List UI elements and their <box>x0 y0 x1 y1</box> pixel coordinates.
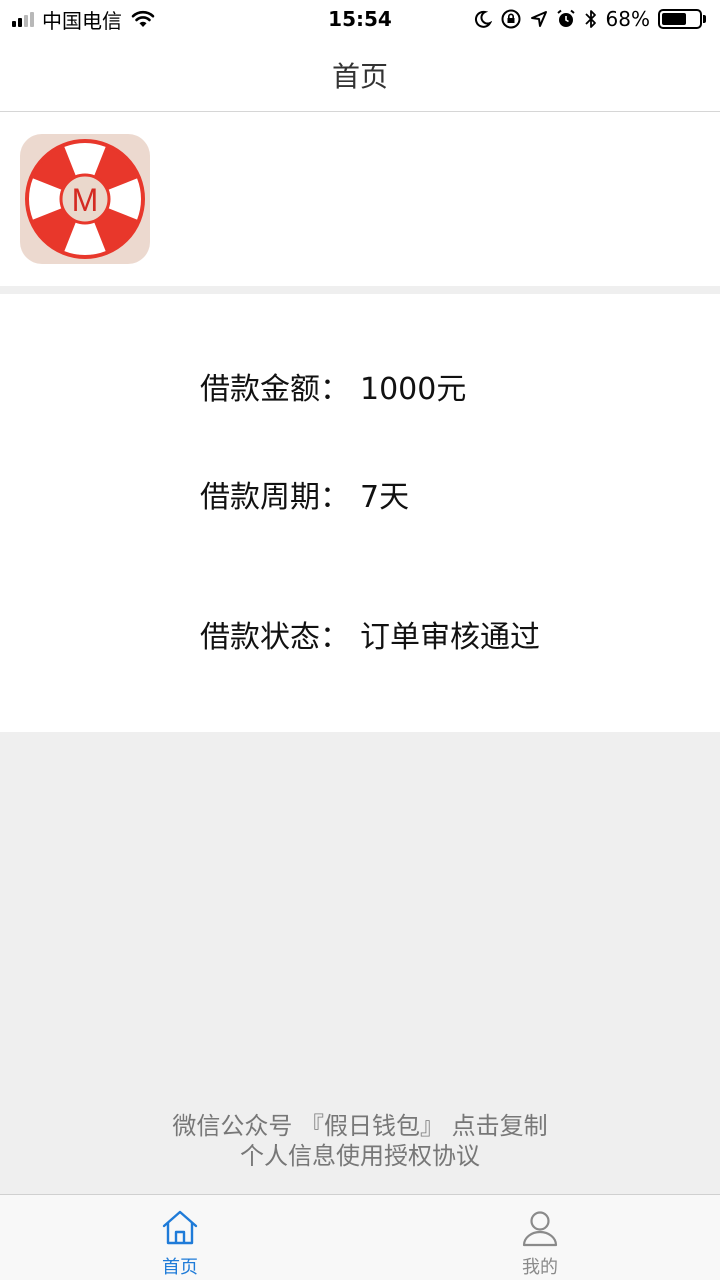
loan-status-row: 借款状态： 订单审核通过 <box>200 612 540 656</box>
battery-percent: 68% <box>605 7 650 31</box>
battery-icon <box>658 9 706 29</box>
logo-letter: M <box>72 182 99 218</box>
alarm-icon <box>556 9 575 27</box>
status-bar: 中国电信 15:54 68% <box>0 0 720 38</box>
section-divider <box>0 286 720 294</box>
tab-mine-label: 我的 <box>522 1257 558 1278</box>
moon-icon <box>474 10 492 28</box>
loan-status-label: 借款状态： <box>200 620 350 655</box>
signal-icon <box>12 11 34 27</box>
tab-home-label: 首页 <box>162 1257 198 1278</box>
loan-period-value: 7天 <box>360 480 410 515</box>
loan-amount-label: 借款金额： <box>200 372 350 407</box>
lifebuoy-icon: M <box>25 139 145 259</box>
privacy-agreement-link[interactable]: 个人信息使用授权协议 <box>0 1136 720 1171</box>
loan-status-value: 订单审核通过 <box>360 620 540 655</box>
navigation-bar: 首页 <box>0 38 720 112</box>
tab-bar: 首页 我的 <box>0 1194 720 1280</box>
tab-home[interactable]: 首页 <box>0 1195 360 1280</box>
page-title: 首页 <box>331 59 388 93</box>
header-banner: M <box>0 112 720 286</box>
status-left: 中国电信 <box>12 5 156 34</box>
rotation-lock-icon <box>501 9 521 29</box>
status-right: 68% <box>474 7 706 31</box>
carrier-label: 中国电信 <box>42 8 122 33</box>
bluetooth-icon <box>584 10 596 28</box>
wifi-icon <box>131 10 155 27</box>
app-logo: M <box>20 134 150 264</box>
loan-amount-value: 1000元 <box>360 372 467 407</box>
home-icon <box>162 1210 198 1245</box>
tab-mine[interactable]: 我的 <box>360 1195 720 1280</box>
screen: 中国电信 15:54 68% 首页 M 借款金额： 1000元 借款周期： 7天… <box>0 0 720 1280</box>
loan-period-label: 借款周期： <box>200 480 350 515</box>
user-icon <box>522 1211 558 1247</box>
loan-amount-row: 借款金额： 1000元 <box>200 364 466 408</box>
loan-info-card: 借款金额： 1000元 借款周期： 7天 借款状态： 订单审核通过 <box>0 294 720 732</box>
loan-period-row: 借款周期： 7天 <box>200 472 409 516</box>
location-icon <box>530 11 547 27</box>
